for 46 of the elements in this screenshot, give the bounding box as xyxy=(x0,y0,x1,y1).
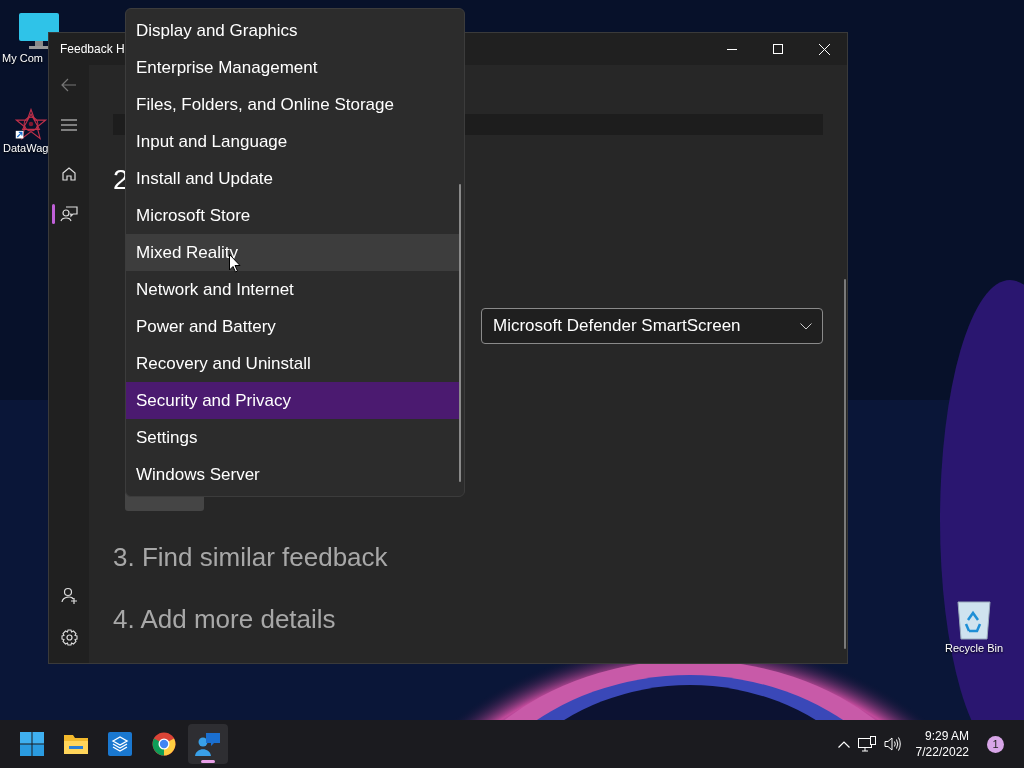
menu-item[interactable]: Display and Graphics xyxy=(126,12,461,49)
step-heading: 3. Find similar feedback xyxy=(113,542,389,572)
network-icon[interactable] xyxy=(857,736,876,752)
chevron-down-icon xyxy=(800,322,812,330)
desktop-icon-label[interactable]: My Com xyxy=(2,52,43,64)
step-heading: 4. Add more details xyxy=(113,604,337,634)
clock-date[interactable]: 7/22/2022 xyxy=(915,744,969,760)
menu-item[interactable]: Enterprise Management xyxy=(126,49,461,86)
close-icon xyxy=(818,43,830,55)
folder-icon xyxy=(63,733,89,755)
menu-item[interactable]: Input and Language xyxy=(126,123,461,160)
person-chat-icon xyxy=(60,206,78,222)
scrollbar[interactable] xyxy=(844,279,846,649)
volume-icon[interactable] xyxy=(883,736,902,752)
scrollbar[interactable] xyxy=(459,184,461,482)
windows-logo-icon xyxy=(20,732,44,756)
menu-item[interactable]: Mixed Reality xyxy=(126,234,461,271)
maximize-icon xyxy=(773,44,783,54)
person-chat-icon xyxy=(195,732,221,756)
menu-item[interactable]: Windows Server xyxy=(126,456,461,493)
menu-icon xyxy=(61,119,77,131)
menu-item[interactable]: Recovery and Uninstall xyxy=(126,345,461,382)
clock-time[interactable]: 9:29 AM xyxy=(924,728,969,744)
browser-icon xyxy=(152,732,176,756)
desktop-icon-label[interactable]: DataWag xyxy=(3,142,49,154)
desktop-icon-label[interactable]: Recycle Bin xyxy=(945,642,1004,654)
person-add-icon xyxy=(60,586,78,604)
menu-item[interactable]: Power and Battery xyxy=(126,308,461,345)
monitor-icon xyxy=(18,12,60,50)
back-arrow-icon xyxy=(61,78,77,92)
box-icon xyxy=(108,732,132,756)
category-dropdown[interactable]: Microsoft Defender SmartScreen xyxy=(481,308,823,344)
menu-item[interactable]: Install and Update xyxy=(126,160,461,197)
menu-item[interactable]: Settings xyxy=(126,419,461,456)
notification-badge[interactable]: 1 xyxy=(987,735,1004,753)
menu-item[interactable]: Microsoft Store xyxy=(126,197,461,234)
settings-icon xyxy=(60,628,78,646)
recycle-bin-icon xyxy=(956,598,992,640)
menu-item[interactable]: Files, Folders, and Online Storage xyxy=(126,86,461,123)
starburst-icon xyxy=(15,108,47,140)
taskbar-button[interactable] xyxy=(188,724,228,764)
menu-item[interactable]: Network and Internet xyxy=(126,271,461,308)
chevron-up-icon[interactable] xyxy=(837,740,850,748)
menu-item[interactable]: Security and Privacy xyxy=(126,382,461,419)
window-title: Feedback H xyxy=(59,42,125,56)
home-icon xyxy=(61,166,77,182)
